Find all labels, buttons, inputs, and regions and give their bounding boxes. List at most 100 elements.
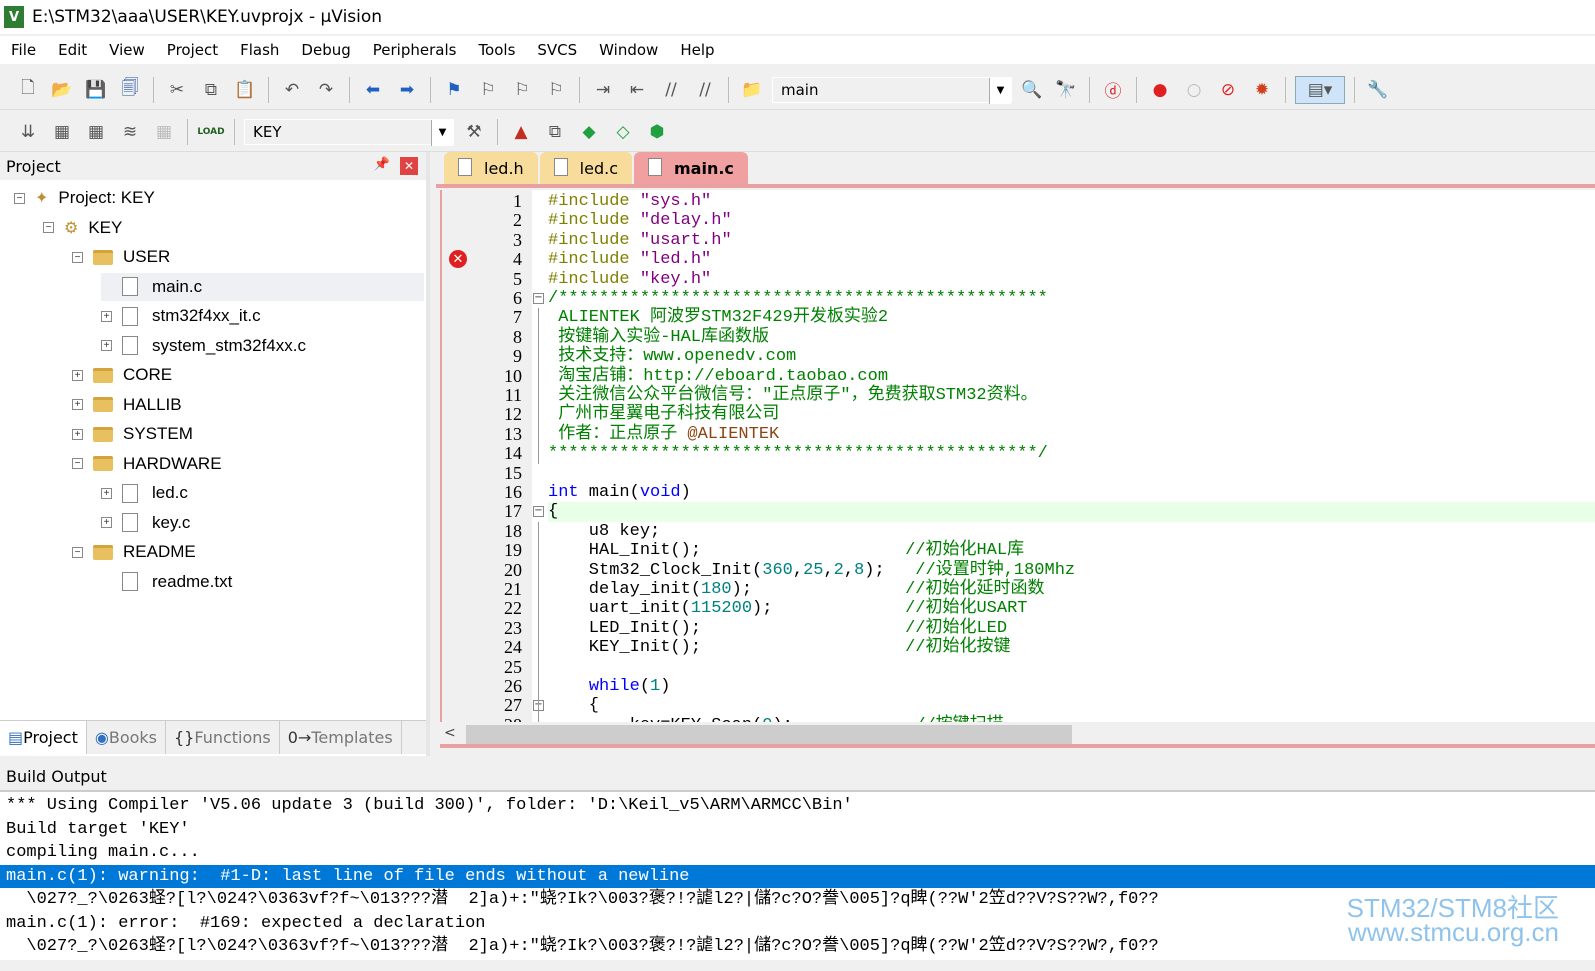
- find-icon[interactable]: 🔍: [1018, 76, 1046, 104]
- open-file-icon[interactable]: 📂: [48, 76, 76, 104]
- disable-all-breakpoints-icon[interactable]: ⊘: [1214, 76, 1242, 104]
- menu-view[interactable]: View: [98, 41, 156, 59]
- tree-root[interactable]: − ✦ Project: KEY: [14, 184, 155, 212]
- new-file-icon[interactable]: 🗋: [14, 76, 42, 104]
- chevron-down-icon[interactable]: ▼: [431, 119, 453, 146]
- build-output-line[interactable]: main.c(1): warning: #1-D: last line of f…: [0, 864, 1595, 888]
- build-icon[interactable]: ▦: [48, 118, 76, 146]
- load-download-icon[interactable]: LOAD: [197, 118, 225, 146]
- expand-icon[interactable]: +: [101, 340, 112, 351]
- uncomment-icon[interactable]: //: [691, 76, 719, 104]
- build-output-line[interactable]: *** Using Compiler 'V5.06 update 3 (buil…: [0, 794, 1595, 818]
- pin-icon[interactable]: 📌: [374, 157, 390, 172]
- bookmark-icon[interactable]: ⚑: [440, 76, 468, 104]
- redo-icon[interactable]: ↷: [312, 76, 340, 104]
- expand-icon[interactable]: +: [72, 428, 83, 440]
- clear-bookmarks-icon[interactable]: ⚐: [542, 76, 570, 104]
- manage-runtime-icon[interactable]: ◆: [575, 118, 603, 146]
- copy-icon[interactable]: ⧉: [197, 76, 225, 104]
- disable-breakpoint-icon[interactable]: ○: [1180, 76, 1208, 104]
- window-layout-icon[interactable]: ▤▾: [1295, 75, 1345, 104]
- rebuild-icon[interactable]: ▦: [82, 118, 110, 146]
- prev-bookmark-icon[interactable]: ⚐: [474, 76, 502, 104]
- menu-tools[interactable]: Tools: [467, 41, 526, 59]
- unindent-icon[interactable]: ⇤: [623, 76, 651, 104]
- select-packs-icon[interactable]: ◇: [609, 118, 637, 146]
- navigate-forward-icon[interactable]: ➡: [393, 76, 421, 104]
- translate-icon[interactable]: ⇊: [14, 118, 42, 146]
- incremental-find-icon[interactable]: 🔭: [1052, 76, 1080, 104]
- tree-folder[interactable]: + HALLIB: [72, 391, 182, 419]
- menu-project[interactable]: Project: [156, 41, 229, 59]
- menu-help[interactable]: Help: [669, 41, 725, 59]
- close-icon[interactable]: ✕: [400, 157, 418, 175]
- fold-collapse-icon[interactable]: −: [533, 293, 544, 304]
- line-number-gutter[interactable]: 1 2 3 4 5 6 7 8 9 10 11 12 13 14 15 16 17 18 19 20 21 22 23 24 2…: [442, 190, 532, 722]
- batch-build-icon[interactable]: ≋: [116, 118, 144, 146]
- target-select[interactable]: KEY ▼: [244, 118, 454, 146]
- tree-file[interactable]: + system_stm32f4xx.c: [101, 332, 306, 360]
- debug-session-icon[interactable]: ⓓ: [1099, 76, 1127, 104]
- collapse-icon[interactable]: −: [72, 251, 83, 263]
- stop-build-icon[interactable]: ▦: [150, 118, 178, 146]
- save-icon[interactable]: 💾: [82, 76, 110, 104]
- breakpoint-icon[interactable]: ●: [1146, 76, 1174, 104]
- menu-svcs[interactable]: SVCS: [526, 41, 588, 59]
- find-combo[interactable]: main ▼: [772, 76, 1012, 104]
- editor-tab[interactable]: led.c: [539, 152, 632, 184]
- tab-templates[interactable]: 0→ Templates: [280, 721, 402, 754]
- navigate-back-icon[interactable]: ⬅: [359, 76, 387, 104]
- menu-edit[interactable]: Edit: [47, 41, 98, 59]
- collapse-icon[interactable]: −: [72, 458, 83, 469]
- editor-tab[interactable]: led.h: [444, 152, 538, 184]
- find-in-files-icon[interactable]: 📁: [738, 76, 766, 104]
- expand-icon[interactable]: +: [72, 369, 83, 381]
- tree-file[interactable]: + key.c: [101, 509, 190, 537]
- cut-icon[interactable]: ✂: [163, 76, 191, 104]
- paste-icon[interactable]: 📋: [231, 76, 259, 104]
- tree-folder[interactable]: − USER: [72, 243, 170, 271]
- tree-target[interactable]: − ⚙ KEY: [43, 214, 122, 242]
- scroll-left-icon[interactable]: <: [444, 725, 456, 741]
- expand-icon[interactable]: +: [72, 399, 83, 410]
- tree-folder[interactable]: + SYSTEM: [72, 420, 193, 448]
- tree-file[interactable]: + stm32f4xx_it.c: [101, 302, 261, 330]
- collapse-icon[interactable]: −: [14, 192, 25, 204]
- file-extensions-icon[interactable]: ⧉: [541, 118, 569, 146]
- tree-file[interactable]: readme.txt: [101, 568, 232, 596]
- manage-components-icon[interactable]: ▲: [507, 118, 535, 146]
- editor-tab[interactable]: main.c: [634, 152, 748, 184]
- target-options-icon[interactable]: ⚒: [460, 118, 488, 146]
- next-bookmark-icon[interactable]: ⚐: [508, 76, 536, 104]
- code-editor[interactable]: 1 2 3 4 5 6 7 8 9 10 11 12 13 14 15 16 17 18 19 20 21 22 23 24 2…: [440, 190, 1595, 722]
- menu-flash[interactable]: Flash: [229, 41, 290, 59]
- tab-functions[interactable]: {} Functions: [166, 721, 280, 754]
- menu-debug[interactable]: Debug: [290, 41, 361, 59]
- comment-icon[interactable]: //: [657, 76, 685, 104]
- tree-file[interactable]: main.c: [101, 272, 424, 301]
- configure-wrench-icon[interactable]: 🔧: [1364, 76, 1392, 104]
- pack-installer-icon[interactable]: ⬢: [643, 118, 671, 146]
- horizontal-scrollbar[interactable]: <: [440, 722, 1595, 748]
- collapse-icon[interactable]: −: [43, 222, 54, 233]
- expand-icon[interactable]: +: [101, 310, 112, 322]
- menu-window[interactable]: Window: [588, 41, 669, 59]
- tree-folder[interactable]: − HARDWARE: [72, 450, 222, 478]
- fold-collapse-icon[interactable]: −: [533, 506, 544, 518]
- tree-folder[interactable]: − README: [72, 538, 196, 566]
- collapse-icon[interactable]: −: [72, 546, 83, 558]
- chevron-down-icon[interactable]: ▼: [989, 77, 1011, 104]
- kill-breakpoints-icon[interactable]: ✹: [1248, 76, 1276, 104]
- tab-project[interactable]: ▤ Project: [0, 721, 87, 754]
- tree-file[interactable]: + led.c: [101, 479, 188, 507]
- menu-peripherals[interactable]: Peripherals: [362, 41, 468, 59]
- scrollbar-thumb[interactable]: [466, 725, 1072, 744]
- build-output-line[interactable]: Build target 'KEY': [0, 818, 1595, 842]
- menu-file[interactable]: File: [0, 41, 47, 59]
- indent-icon[interactable]: ⇥: [589, 76, 617, 104]
- undo-icon[interactable]: ↶: [278, 76, 306, 104]
- save-all-icon[interactable]: 🗐: [116, 76, 144, 104]
- expand-icon[interactable]: +: [101, 517, 112, 528]
- tree-folder[interactable]: + CORE: [72, 361, 172, 389]
- tab-books[interactable]: ◉ Books: [87, 721, 166, 754]
